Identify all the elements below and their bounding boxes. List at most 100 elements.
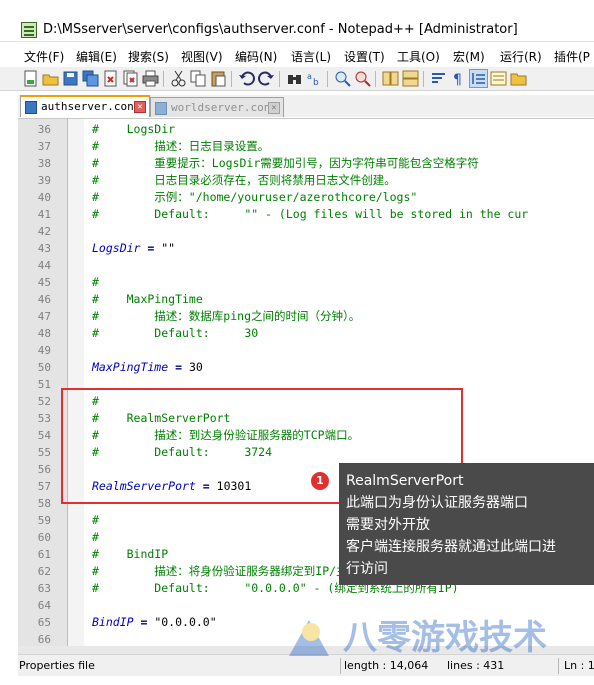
comment-line-text: # 描述：数据库ping之间的时间（分钟）。 [92,309,361,323]
code-line[interactable]: 44 [18,257,594,274]
setting-key: LogsDir [92,241,141,255]
svg-text:a: a [307,72,312,81]
code-line[interactable]: 64 [18,597,594,614]
zoom-in-icon[interactable] [334,70,351,87]
print-icon[interactable] [142,70,159,87]
line-number: 62 [37,565,51,578]
title-bar: D:\MSserver\server\configs\authserver.co… [0,0,594,42]
function-list-icon[interactable] [490,70,507,87]
code-line[interactable]: 40 # 示例："/home/youruser/azerothcore/logs" [18,189,594,206]
setting-operator: = [133,615,155,629]
save-icon[interactable] [62,70,79,87]
close-icon[interactable] [102,70,119,87]
new-file-icon[interactable] [22,70,39,87]
menu-search[interactable]: 搜索(S) [128,48,169,65]
tab-worldserver-conf[interactable]: worldserver.conf ✕ [150,97,284,117]
status-ln: Ln : 1 [564,659,594,672]
setting-operator: = [168,360,189,374]
tooltip-line: 需要对外开放 [346,517,430,533]
menu-run[interactable]: 运行(R) [500,48,542,65]
tooltip-line: 行访问 [346,561,388,577]
close-tab-icon[interactable]: ✕ [268,102,280,114]
folder-icon[interactable] [510,70,527,87]
line-number: 50 [37,361,51,374]
menu-file[interactable]: 文件(F) [24,48,64,65]
tab-authserver-conf[interactable]: authserver.conf ✕ [20,95,150,117]
paste-icon[interactable] [210,70,227,87]
svg-text:b: b [313,78,319,87]
setting-value: "0.0.0.0" [154,615,217,629]
sync-horizontal-icon[interactable] [402,70,419,87]
close-tab-icon[interactable]: ✕ [134,101,146,113]
toolbar-separator [279,71,280,87]
setting-line-text: LogsDir = "" [92,240,175,257]
redo-icon[interactable] [258,70,275,87]
line-number: 42 [37,225,51,238]
line-number: 53 [37,412,51,425]
sync-vertical-icon[interactable] [382,70,399,87]
code-line[interactable]: 37 # 描述：日志目录设置。 [18,138,594,155]
menu-view[interactable]: 视图(V) [181,48,223,65]
status-lines: lines : 431 [447,659,505,672]
comment-line-text: # 描述：将身份验证服务器绑定到IP/主机名 [92,564,371,578]
code-line[interactable]: 39 # 日志目录必须存在，否则将禁用日志文件创建。 [18,172,594,189]
replace-icon[interactable]: ab [306,70,323,87]
line-number: 48 [37,327,51,340]
line-number: 56 [37,463,51,476]
line-number: 57 [37,480,51,493]
menu-plugins[interactable]: 插件(P [554,48,590,65]
line-number: 63 [37,582,51,595]
undo-icon[interactable] [238,70,255,87]
code-line[interactable]: 45 # [18,274,594,291]
line-number: 38 [37,157,51,170]
watermark-logo-icon [289,620,329,656]
code-line[interactable]: 49 [18,342,594,359]
code-line[interactable]: 38 # 重要提示：LogsDir需要加引号，因为字符串可能包含空格字符 [18,155,594,172]
find-icon[interactable] [286,70,303,87]
setting-value: 30 [188,360,203,374]
line-number: 37 [37,140,51,153]
code-line[interactable]: 36 # LogsDir [18,121,594,138]
copy-icon[interactable] [190,70,207,87]
code-line[interactable]: 43 LogsDir = "" [18,240,594,257]
menu-edit[interactable]: 编辑(E) [76,48,117,65]
line-number: 65 [37,616,51,629]
line-number: 43 [37,242,51,255]
line-number: 40 [37,191,51,204]
save-all-icon[interactable] [82,70,99,87]
code-line[interactable]: 42 [18,223,594,240]
status-divider [558,658,559,674]
line-number: 49 [37,344,51,357]
toolbar-separator [375,71,376,87]
menu-language[interactable]: 语言(L) [291,48,331,65]
menu-encoding[interactable]: 编码(N) [235,48,277,65]
comment-line-text: # [92,513,99,527]
line-number: 51 [37,378,51,391]
comment-line-text: # [92,530,99,544]
indent-guide-icon[interactable] [469,69,488,88]
cut-icon[interactable] [170,70,187,87]
code-line[interactable]: 46 # MaxPingTime [18,291,594,308]
word-wrap-icon[interactable] [430,70,447,87]
code-line[interactable]: 50 MaxPingTime = 30 [18,359,594,376]
show-all-chars-icon[interactable]: ¶ [450,70,467,87]
tab-bar: authserver.conf ✕ worldserver.conf ✕ [18,95,594,117]
menu-bar: 文件(F) 编辑(E) 搜索(S) 视图(V) 编码(N) 语言(L) 设置(T… [0,43,594,67]
status-file-type: Properties file [19,659,95,672]
code-line[interactable]: 47 # 描述：数据库ping之间的时间（分钟）。 [18,308,594,325]
tab-label: worldserver.conf [171,101,277,114]
menu-settings[interactable]: 设置(T) [344,48,385,65]
line-number: 45 [37,276,51,289]
toolbar-separator [163,71,164,87]
zoom-out-icon[interactable] [354,70,371,87]
close-all-icon[interactable] [122,70,139,87]
code-line[interactable]: 48 # Default: 30 [18,325,594,342]
open-file-icon[interactable] [42,70,59,87]
code-line[interactable]: 41 # Default: "" - (Log files will be sto… [18,206,594,223]
setting-key: MaxPingTime [92,360,169,374]
menu-tools[interactable]: 工具(O) [397,48,440,65]
line-number: 58 [37,497,51,510]
menu-macro[interactable]: 宏(M) [453,48,485,65]
line-number: 54 [37,429,51,442]
toolbar: ab ¶ [0,67,594,91]
